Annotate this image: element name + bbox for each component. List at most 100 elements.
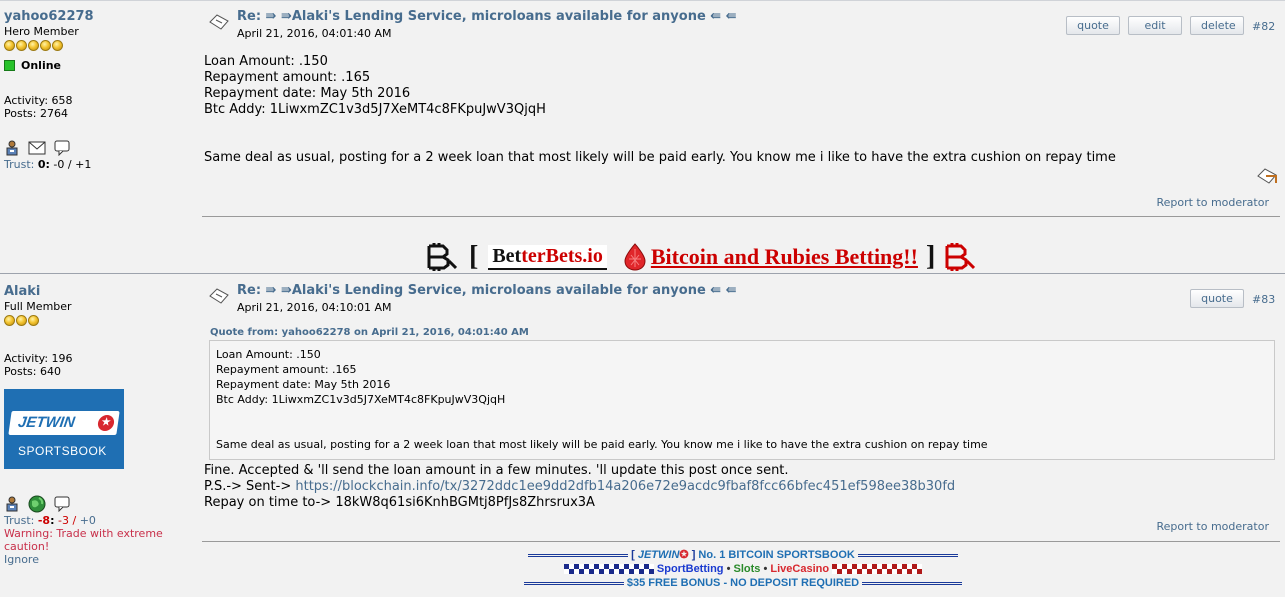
post-body: Loan Amount: .150 Repayment amount: .165… [204, 54, 1116, 166]
blockchain-tx-link[interactable]: https://blockchain.info/tx/3272ddc1ee9dd… [295, 479, 955, 494]
star-icon [40, 40, 51, 51]
member-rank: Hero Member [4, 25, 79, 38]
signature-divider [202, 541, 1280, 542]
trust-rating: Trust: 0: -0 / +1 [4, 158, 92, 171]
trust-score: -8 [37, 514, 51, 527]
report-to-moderator-link[interactable]: Report to moderator [1156, 520, 1269, 533]
post-icon [209, 288, 229, 304]
reply-ps-prefix: P.S.-> Sent-> [204, 479, 292, 494]
username-link[interactable]: yahoo62278 [4, 9, 194, 24]
betterbets-signature[interactable]: [ BetterBets.io Bitcoin and Rubies Betti… [425, 239, 976, 275]
jetwin-logo: JETWIN ★ [8, 411, 120, 435]
activity-count: Activity: 196 [4, 352, 73, 365]
trust-negative: -3 [58, 514, 69, 527]
edit-button[interactable]: edit [1128, 16, 1182, 35]
trust-positive: +0 [79, 514, 96, 527]
quick-quote-icon[interactable] [1256, 167, 1278, 185]
star-icon [28, 315, 39, 326]
pm-icon[interactable] [54, 140, 70, 156]
quote-button[interactable]: quote [1190, 289, 1244, 308]
trust-score: 0 [37, 158, 46, 171]
quote-block: Loan Amount: .150 Repayment amount: .165… [209, 340, 1275, 460]
poster-actions [4, 495, 194, 513]
decor-bar [857, 553, 958, 557]
online-status: Online [4, 59, 194, 72]
member-rank: Full Member [4, 300, 72, 313]
body-line: Loan Amount: .150 [204, 54, 328, 69]
jetwin-avatar-ad[interactable]: JETWIN ★ SPORTSBOOK [4, 389, 124, 469]
poster-meta: Trust: -8: -3 / +0 Warning: Trade with e… [4, 495, 194, 566]
trust-label: Trust: [4, 158, 35, 171]
reply-line: Fine. Accepted & 'll send the loan amoun… [204, 463, 789, 478]
sig-livecasino: LiveCasino [770, 563, 830, 575]
decor-bar [862, 581, 963, 585]
post-count: Posts: 2764 [4, 107, 68, 120]
quote-header-link[interactable]: Quote from: yahoo62278 on April 21, 2016… [210, 327, 529, 338]
star-icon [16, 315, 27, 326]
profile-icon[interactable] [4, 140, 20, 156]
jetwin-logo-text: JETWIN [16, 414, 76, 431]
post-number[interactable]: #83 [1252, 293, 1275, 306]
post-date: April 21, 2016, 04:01:40 AM [237, 27, 392, 40]
betterbets-logo: BetterBets.io [488, 244, 607, 270]
star-icon [52, 40, 63, 51]
sig-bracket-open: [ [631, 549, 635, 561]
signature-bracket-close: ] [925, 241, 936, 272]
body-line: Repayment date: May 5th 2016 [204, 86, 411, 101]
activity-count: Activity: 658 [4, 94, 73, 107]
ruby-icon [624, 243, 646, 271]
sig-bullet: • [763, 563, 768, 575]
bitcoin-pixel-icon [427, 243, 457, 271]
checker-decor-red [832, 564, 923, 575]
decor-bar [528, 553, 629, 557]
username-link[interactable]: Alaki [4, 284, 194, 299]
trust-warning: Warning: Trade with extreme caution! [4, 527, 163, 553]
post-body: Fine. Accepted & 'll send the loan amoun… [204, 463, 955, 511]
profile-icon[interactable] [4, 496, 20, 512]
post-subject-link[interactable]: Re: ⇛ ⇛Alaki's Lending Service, microloa… [237, 9, 737, 24]
website-icon[interactable] [28, 495, 46, 513]
trust-label: Trust: [4, 514, 35, 527]
sig-bullet: • [726, 563, 731, 575]
quote-line: Repayment date: May 5th 2016 [216, 378, 391, 391]
post-subject-link[interactable]: Re: ⇛ ⇛Alaki's Lending Service, microloa… [237, 283, 737, 298]
delete-button[interactable]: delete [1190, 16, 1244, 35]
body-line: Btc Addy: 1LiwxmZC1v3d5J7XeMT4c8FKpuJwV3… [204, 102, 546, 117]
signature-divider [202, 216, 1280, 217]
quote-paragraph: Same deal as usual, posting for a 2 week… [216, 438, 988, 451]
sig-bracket-close: ] [691, 549, 696, 561]
betterbets-tagline: Bitcoin and Rubies Betting!! [650, 244, 918, 269]
rank-stars [4, 40, 194, 51]
poster-info: yahoo62278 Hero Member Online Activity: … [4, 9, 194, 171]
trust-rating: Trust: -8: -3 / +0 [4, 514, 96, 527]
reply-line: Repay on time to-> 18kW8q61si6KnhBGMtj8P… [204, 495, 595, 510]
star-icon [4, 315, 15, 326]
signature-bracket-open: [ [469, 241, 479, 272]
email-icon[interactable] [28, 141, 46, 155]
jetwin-sportsbook-label: SPORTSBOOK [18, 444, 107, 458]
pm-icon[interactable] [54, 496, 70, 512]
jetwin-star-icon: ★ [96, 415, 116, 431]
betterbets-logo-part2: terBets.io [521, 244, 603, 267]
trust-positive: +1 [75, 158, 92, 171]
online-label: Online [21, 59, 62, 72]
post-icon [209, 14, 229, 30]
body-paragraph: Same deal as usual, posting for a 2 week… [204, 150, 1116, 165]
poster-actions [4, 140, 194, 156]
sig-jetwin-brand: JETWIN [637, 549, 680, 561]
post-83: Alaki Full Member Activity: 196 Posts: 6… [0, 273, 1285, 597]
quote-line: Repayment amount: .165 [216, 363, 357, 376]
rank-stars [4, 315, 194, 326]
report-to-moderator-link[interactable]: Report to moderator [1156, 196, 1269, 209]
decor-bar [523, 581, 624, 585]
star-icon [16, 40, 27, 51]
trust-negative: -0 [53, 158, 65, 171]
ignore-link[interactable]: Ignore [4, 553, 194, 566]
sig-sportbetting: SportBetting [656, 563, 724, 575]
quote-button[interactable]: quote [1066, 16, 1120, 35]
post-date: April 21, 2016, 04:10:01 AM [237, 301, 392, 314]
trust-separator: / [72, 514, 77, 527]
star-icon [28, 40, 39, 51]
post-number[interactable]: #82 [1252, 20, 1275, 33]
jetwin-signature[interactable]: [ JETWIN✪ ] No. 1 BITCOIN SPORTSBOOK Spo… [508, 548, 978, 590]
